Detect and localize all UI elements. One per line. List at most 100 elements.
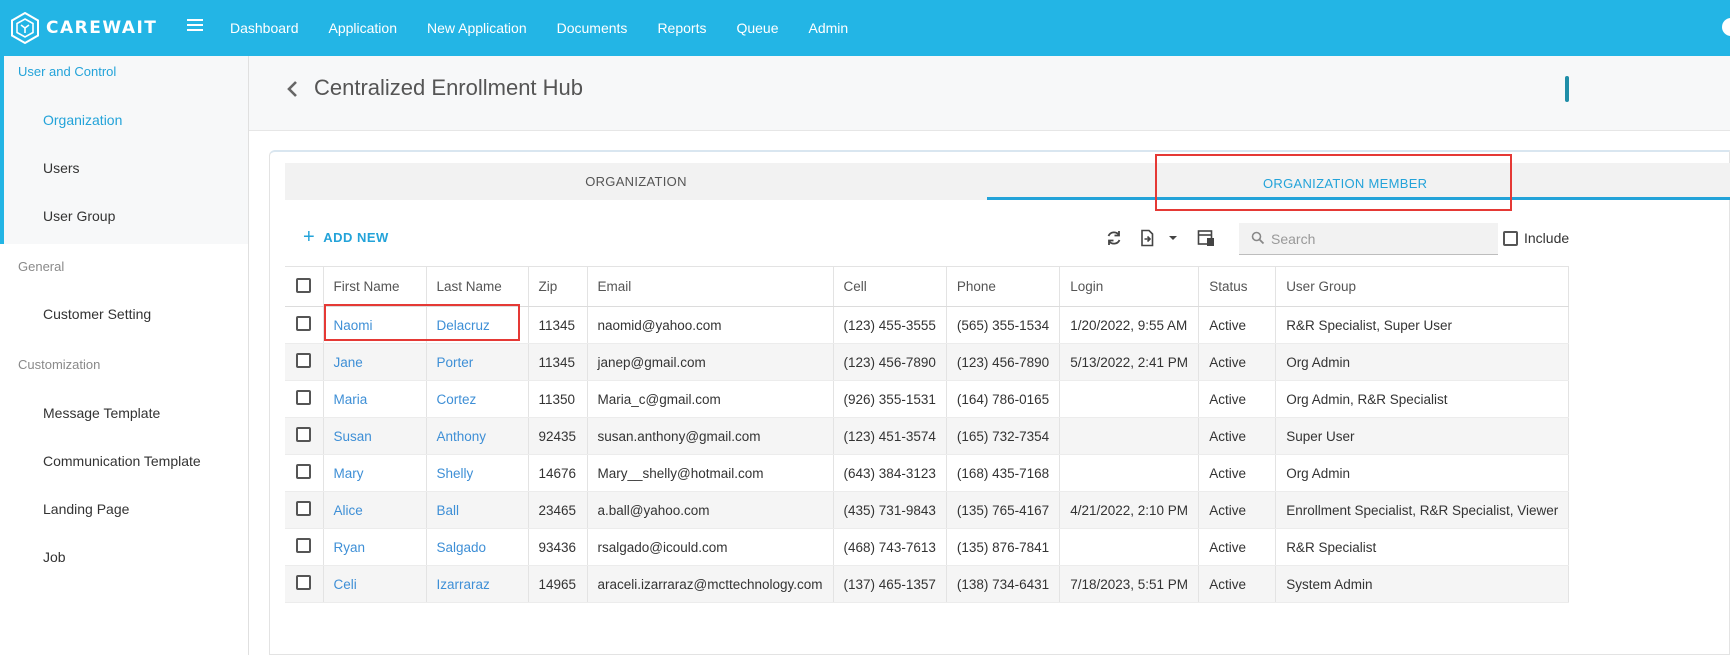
table-row[interactable]: Jane Porter 11345 janep@gmail.com (123) 456-… — [285, 343, 1570, 381]
table-row[interactable]: Alice Ball 23465 a.ball@yahoo.com (435) 731-… — [285, 491, 1570, 529]
column-header-last-name[interactable]: Last Name — [426, 266, 529, 307]
first-name-link[interactable]: Ryan — [334, 540, 366, 555]
first-name-link[interactable]: Celi — [334, 577, 357, 592]
nav-new-application[interactable]: New Application — [427, 20, 527, 36]
search-field[interactable] — [1239, 223, 1498, 255]
last-name-link[interactable]: Ball — [437, 503, 460, 518]
column-header-phone[interactable]: Phone — [946, 266, 1061, 307]
cell-email: naomid@yahoo.com — [587, 306, 834, 344]
nav-reports[interactable]: Reports — [657, 20, 706, 36]
sidebar-item-user-group[interactable]: User Group — [43, 208, 115, 224]
sidebar-item-message-template[interactable]: Message Template — [43, 405, 160, 421]
first-name-link[interactable]: Maria — [334, 392, 368, 407]
cell-phone: (135) 876-7841 — [946, 528, 1061, 566]
include-toggle[interactable]: Include — [1503, 230, 1569, 246]
cell-phone: (165) 732-7354 — [946, 417, 1061, 455]
cell-login: 7/18/2023, 5:51 PM — [1059, 565, 1200, 603]
last-name-link[interactable]: Porter — [437, 355, 474, 370]
cell-last-name: Salgado — [426, 528, 529, 566]
row-select-cell — [285, 565, 324, 603]
cell-cell: (137) 465-1357 — [833, 565, 947, 603]
search-input[interactable] — [1271, 230, 1486, 248]
column-header-first-name[interactable]: First Name — [323, 266, 427, 307]
highlight-box-name — [324, 304, 520, 341]
last-name-link[interactable]: Salgado — [437, 540, 487, 555]
cell-user-group: Org Admin, R&R Specialist — [1275, 380, 1570, 418]
header-action-button[interactable] — [1565, 76, 1569, 102]
cell-email: araceli.izarraraz@mcttechnology.com — [587, 565, 834, 603]
last-name-link[interactable]: Cortez — [437, 392, 477, 407]
table-row[interactable]: Mary Shelly 14676 Mary__shelly@hotmail.com(… — [285, 454, 1570, 492]
column-header-cell[interactable]: Cell — [833, 266, 947, 307]
row-checkbox[interactable] — [296, 464, 312, 479]
cell-phone: (138) 734-6431 — [946, 565, 1061, 603]
first-name-link[interactable]: Mary — [334, 466, 364, 481]
last-name-link[interactable]: Shelly — [437, 466, 474, 481]
cell-first-name: Celi — [323, 565, 427, 603]
cell-last-name: Cortez — [426, 380, 529, 418]
table-row[interactable]: Maria Cortez 11350 Maria_c@gmail.com (926) 3… — [285, 380, 1570, 418]
row-checkbox[interactable] — [296, 575, 312, 590]
page-title: Centralized Enrollment Hub — [314, 75, 584, 100]
first-name-link[interactable]: Alice — [334, 503, 363, 518]
add-new-button[interactable]: + ADD NEW — [303, 227, 389, 247]
nav-documents[interactable]: Documents — [557, 20, 628, 36]
sidebar-item-landing-page[interactable]: Landing Page — [43, 501, 129, 517]
cell-phone: (168) 435-7168 — [946, 454, 1061, 492]
tab-organization[interactable]: ORGANIZATION — [285, 163, 987, 200]
brand-logo[interactable]: CAREWAIT — [10, 12, 157, 44]
row-checkbox[interactable] — [296, 538, 312, 553]
top-navbar: CAREWAIT Dashboard Application New Appli… — [0, 0, 1730, 56]
table-row[interactable]: Susan Anthony 92435 susan.anthony@gmail.com… — [285, 417, 1570, 455]
last-name-link[interactable]: Anthony — [437, 429, 487, 444]
row-checkbox[interactable] — [296, 427, 312, 442]
row-checkbox[interactable] — [296, 353, 312, 368]
sidebar-item-communication-template[interactable]: Communication Template — [43, 453, 201, 469]
select-all-checkbox[interactable] — [296, 277, 312, 293]
cell-first-name: Mary — [323, 454, 427, 492]
cell-first-name: Maria — [323, 380, 427, 418]
row-checkbox[interactable] — [296, 316, 312, 331]
help-icon[interactable] — [1722, 18, 1730, 36]
nav-queue[interactable]: Queue — [736, 20, 778, 36]
cell-email: rsalgado@icould.com — [587, 528, 834, 566]
column-header-login[interactable]: Login — [1059, 266, 1200, 307]
column-header-status[interactable]: Status — [1198, 266, 1277, 307]
row-select-cell — [285, 491, 324, 529]
table-row[interactable]: Ryan Salgado 93436 rsalgado@icould.com (468)… — [285, 528, 1570, 566]
refresh-icon[interactable] — [1105, 229, 1123, 247]
sidebar-item-organization[interactable]: Organization — [43, 112, 122, 128]
cell-status: Active — [1198, 491, 1277, 529]
export-icon[interactable] — [1138, 229, 1156, 247]
nav-admin[interactable]: Admin — [809, 20, 849, 36]
main-nav: Dashboard Application New Application Do… — [230, 0, 878, 56]
column-header-zip[interactable]: Zip — [528, 266, 588, 307]
cell-zip: 14676 — [528, 454, 588, 492]
column-header-email[interactable]: Email — [587, 266, 834, 307]
first-name-link[interactable]: Jane — [334, 355, 363, 370]
row-select-cell — [285, 380, 324, 418]
column-header-user-group[interactable]: User Group — [1275, 266, 1570, 307]
include-checkbox[interactable] — [1503, 230, 1518, 246]
sidebar-item-job[interactable]: Job — [43, 549, 66, 565]
carewait-logo-icon — [11, 12, 39, 44]
nav-dashboard[interactable]: Dashboard — [230, 20, 299, 36]
row-checkbox[interactable] — [296, 390, 312, 405]
cell-cell: (435) 731-9843 — [833, 491, 947, 529]
row-select-cell — [285, 454, 324, 492]
nav-application[interactable]: Application — [329, 20, 398, 36]
table-row[interactable]: Celi Izarraraz 14965 araceli.izarraraz@mctt… — [285, 565, 1570, 603]
cell-last-name: Anthony — [426, 417, 529, 455]
hamburger-menu-icon[interactable] — [187, 16, 203, 32]
cell-phone: (164) 786-0165 — [946, 380, 1061, 418]
caret-down-icon[interactable] — [1166, 229, 1180, 247]
column-chooser-icon[interactable] — [1197, 229, 1215, 247]
table-header-row: First Name Last Name Zip Email Cell Phon… — [285, 266, 1570, 307]
chevron-left-icon[interactable] — [285, 80, 299, 98]
last-name-link[interactable]: Izarraraz — [437, 577, 490, 592]
row-checkbox[interactable] — [296, 501, 312, 516]
first-name-link[interactable]: Susan — [334, 429, 372, 444]
sidebar-heading-user-and-control[interactable]: User and Control — [18, 64, 116, 79]
sidebar-item-users[interactable]: Users — [43, 160, 80, 176]
sidebar-item-customer-setting[interactable]: Customer Setting — [43, 306, 151, 322]
